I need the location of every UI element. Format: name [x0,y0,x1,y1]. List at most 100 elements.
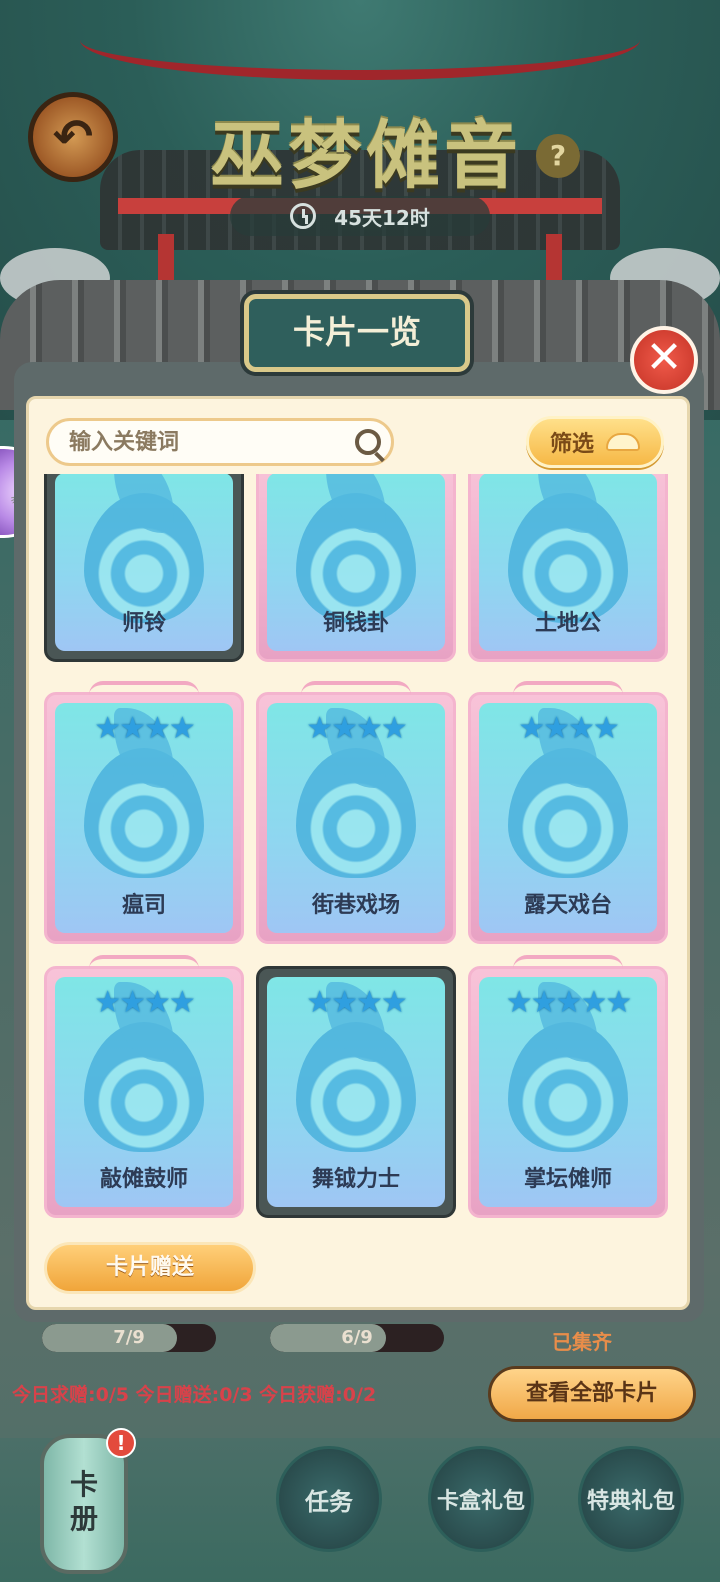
star-icon: ★ [168,985,196,1020]
spirit-flame-icon [296,708,416,879]
spirit-flame-icon [84,982,204,1153]
card-box-pack-button[interactable]: 卡盒礼包 [428,1446,534,1552]
star-icon: ★ [518,711,545,746]
close-button[interactable]: ✕ [630,326,698,394]
star-rating: ★★★★ [55,711,233,746]
star-icon: ★ [356,711,383,746]
modal-title: 卡片一览 [244,294,470,372]
card-item[interactable]: ★★★★ 瘟司 [44,681,244,944]
event-timer: 45天12时 [230,196,490,236]
spirit-flame-icon [296,474,416,624]
star-icon: ★ [144,985,171,1020]
card-item[interactable]: ★★★★ 舞钺力士 [256,966,456,1218]
filter-button[interactable]: 筛选 [526,416,664,468]
card-crown-ornament [301,681,411,695]
progress-text-2: 6/9 [341,1327,373,1348]
star-icon: ★ [605,985,632,1020]
card-name: 土地公 [534,611,601,636]
back-button[interactable]: ↶ [28,92,118,182]
progress-bar-1: 7/9 [42,1324,216,1352]
page-title: 巫梦傩音 [210,113,522,199]
clock-icon [290,203,317,229]
star-icon: ★ [119,711,146,746]
card-face: ★★★★ 街巷戏场 [267,703,445,933]
card-gift-button[interactable]: 卡片赠送 [44,1242,256,1294]
star-rating: ★★★★★ [479,985,657,1020]
card-name: 舞钺力士 [311,1167,400,1192]
star-icon: ★ [380,985,408,1020]
search-box[interactable] [46,418,394,466]
star-icon: ★ [306,711,333,746]
filter-label: 筛选 [549,432,594,457]
card-name: 掌坛傩师 [523,1167,612,1192]
daily-stats: 今日求赠:0/5 今日赠送:0/3 今日获赠:0/2 [12,1384,377,1406]
card-item[interactable]: 铜钱卦 [256,474,456,662]
collected-label: 已集齐 [552,1330,612,1354]
timer-text: 45天12时 [334,205,430,230]
star-icon: ★ [168,711,196,746]
star-icon: ★ [94,711,121,746]
card-name: 露天戏台 [523,893,612,918]
hanging-beam [80,0,640,80]
star-rating: ★★★★ [55,985,233,1020]
spirit-flame-icon [508,474,628,624]
album-label: 卡册 [70,1468,99,1535]
card-item[interactable]: 土地公 [468,474,668,662]
search-input[interactable] [69,429,339,455]
star-icon: ★ [94,985,121,1020]
star-rating: ★★★★ [267,711,445,746]
alert-badge-icon: ! [106,1428,136,1458]
card-crown-ornament [513,955,623,969]
card-face: 师铃 [55,474,233,651]
card-face: ★★★★★ 掌坛傩师 [479,977,657,1207]
star-icon: ★ [530,985,558,1020]
card-grid: 师铃 铜钱卦 土地公 ★★★★ 瘟司 ★★★★ 街巷戏场 ★★★★ 露天戏台 ★★★★ 敲傩鼓师 ★★… [44,474,670,1222]
card-face: 土地公 [479,474,657,651]
star-icon: ★ [568,711,595,746]
card-item[interactable]: ★★★★ 露天戏台 [468,681,668,944]
star-icon: ★ [543,711,570,746]
card-name: 敲傩鼓师 [99,1167,188,1192]
star-icon: ★ [331,711,358,746]
card-face: ★★★★ 舞钺力士 [267,977,445,1207]
star-icon: ★ [555,985,583,1020]
help-icon[interactable]: ? [536,134,580,178]
star-icon: ★ [592,711,620,746]
card-crown-ornament [89,955,199,969]
card-name: 街巷戏场 [311,893,400,918]
tasks-button[interactable]: 任务 [276,1446,382,1552]
spirit-flame-icon [84,708,204,879]
card-name: 瘟司 [121,893,166,918]
star-icon: ★ [580,985,607,1020]
card-item[interactable]: 师铃 [44,474,244,662]
card-item[interactable]: ★★★★ 敲傩鼓师 [44,955,244,1218]
card-name: 师铃 [121,611,166,636]
star-icon: ★ [144,711,171,746]
star-icon: ★ [119,985,146,1020]
star-icon: ★ [356,985,383,1020]
card-crown-ornament [89,681,199,695]
view-all-cards-button[interactable]: 查看全部卡片 [488,1366,696,1422]
card-item[interactable]: ★★★★★ 掌坛傩师 [468,955,668,1218]
spirit-flame-icon [84,474,204,624]
star-rating: ★★★★ [479,711,657,746]
card-face: ★★★★ 敲傩鼓师 [55,977,233,1207]
star-icon: ★ [331,985,358,1020]
spirit-flame-icon [296,982,416,1153]
star-icon: ★ [380,711,408,746]
card-crown-ornament [513,681,623,695]
special-pack-button[interactable]: 特典礼包 [578,1446,684,1552]
card-item[interactable]: ★★★★ 街巷戏场 [256,681,456,944]
spirit-flame-icon [508,708,628,879]
spirit-flame-icon [508,982,628,1153]
filter-toggle-icon [606,433,640,451]
star-icon: ★ [306,985,333,1020]
card-name: 铜钱卦 [322,611,389,636]
card-face: 铜钱卦 [267,474,445,651]
card-face: ★★★★ 瘟司 [55,703,233,933]
progress-bar-2: 6/9 [270,1324,444,1352]
search-icon[interactable] [355,429,381,455]
back-arrow-icon: ↶ [52,109,94,165]
card-face: ★★★★ 露天戏台 [479,703,657,933]
star-rating: ★★★★ [267,985,445,1020]
